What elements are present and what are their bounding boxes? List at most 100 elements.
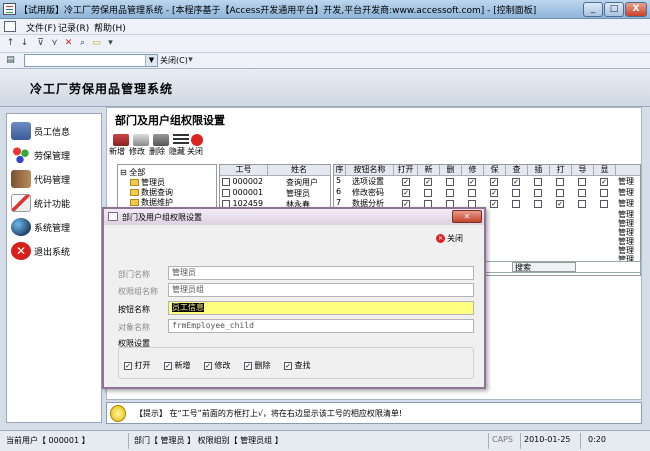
menu-file[interactable]: 文件(F) [26,21,56,34]
perm-option-find[interactable]: 查找 [284,360,311,371]
column-header[interactable]: 导 [572,165,594,176]
sidebar-item-code[interactable]: 代码管理 [11,168,99,190]
perm-checkbox[interactable] [402,177,410,186]
button-name-field[interactable]: 员工信息 [168,301,474,315]
column-header[interactable]: 插 [528,165,550,176]
sidebar-item-protection[interactable]: 劳保管理 [11,144,99,166]
perm-checkbox[interactable] [446,177,454,186]
perm-checkbox[interactable] [468,188,476,197]
hide-button[interactable]: 隐藏 [169,146,185,157]
column-header[interactable]: 显 [594,165,616,176]
sidebar-item-exit[interactable]: ✕ 退出系统 [11,240,99,262]
column-header[interactable]: 删 [440,165,462,176]
perm-option-open[interactable]: 打开 [124,360,151,371]
dialog-close-button[interactable]: ✕ [452,210,482,223]
close-section-button[interactable]: 关闭 [187,146,203,157]
perm-checkbox[interactable] [512,177,520,186]
group-cell: 管理 [618,228,634,237]
checkbox[interactable] [164,361,172,370]
filter-form-icon[interactable]: ⋎ [48,37,61,50]
column-header[interactable]: 新 [418,165,440,176]
sidebar-item-stats[interactable]: 统计功能 [11,192,99,214]
field-label: 按钮名称 [118,305,150,314]
dialog-close-action[interactable]: ✕ 关闭 [436,233,463,244]
delete-button[interactable]: 删除 [149,146,165,157]
column-header[interactable]: 工号 [220,165,268,176]
menu-record[interactable]: 记录(R) [58,21,89,34]
dialog-title-bar[interactable]: 部门及用户组权限设置 ✕ [104,209,484,225]
group-field[interactable]: 管理员组 [168,283,474,297]
perm-checkbox[interactable] [556,188,564,197]
perm-checkbox[interactable] [600,177,608,186]
perm-option-edit[interactable]: 修改 [204,360,231,371]
perm-option-new[interactable]: 新增 [164,360,191,371]
minimize-button[interactable]: _ [583,2,603,17]
edit-pen-icon[interactable] [133,134,149,146]
search-input[interactable]: 搜索 [512,262,576,272]
column-header[interactable]: 打开 [394,165,418,176]
perm-checkbox[interactable] [402,188,410,197]
table-row[interactable]: 000002 查询用户 [220,176,331,187]
perm-checkbox[interactable] [556,199,564,208]
sort-desc-icon[interactable]: ↓ [18,37,31,50]
dropdown-icon[interactable]: ▾ [104,37,117,50]
column-header[interactable]: 修 [462,165,484,176]
close-icon[interactable] [191,134,203,146]
checkbox[interactable] [244,361,252,370]
perm-checkbox[interactable] [578,188,586,197]
column-header[interactable] [616,165,640,176]
perm-checkbox[interactable] [446,188,454,197]
perm-checkbox[interactable] [600,199,608,208]
edit-button[interactable]: 修改 [129,146,145,157]
column-header[interactable]: 打 [550,165,572,176]
column-header[interactable]: 序 [334,165,346,176]
perm-checkbox[interactable] [578,199,586,208]
perm-checkbox[interactable] [512,188,520,197]
table-row[interactable]: 5 选项设置 管理 [334,176,640,187]
perm-checkbox[interactable] [490,188,498,197]
object-selector[interactable]: ▼ [24,54,158,67]
sidebar-item-system[interactable]: 系统管理 [11,216,99,238]
sort-asc-icon[interactable]: ↑ [4,37,17,50]
close-button[interactable]: X [625,2,647,17]
perm-checkbox[interactable] [534,188,542,197]
row-checkbox[interactable] [222,188,230,197]
filter-icon[interactable]: ⊽ [34,37,47,50]
new-icon[interactable] [113,134,129,146]
sidebar-item-employee[interactable]: 员工信息 [11,120,99,142]
table-row[interactable]: 000001 管理员 [220,187,331,198]
checkbox[interactable] [124,361,132,370]
open-folder-icon[interactable]: ▭ [90,37,103,50]
column-header[interactable]: 姓名 [268,165,331,176]
perm-option-delete[interactable]: 删除 [244,360,271,371]
delete-icon[interactable] [153,134,169,146]
column-header[interactable]: 查 [506,165,528,176]
perm-checkbox[interactable] [424,188,432,197]
checkbox[interactable] [284,361,292,370]
perm-checkbox[interactable] [534,199,542,208]
perm-checkbox[interactable] [490,199,498,208]
table-row[interactable]: 6 修改密码 管理 [334,187,640,198]
menu-help[interactable]: 帮助(H) [94,21,126,34]
perm-checkbox[interactable] [556,177,564,186]
toolbar-options-icon[interactable]: ▾ [184,54,197,67]
chevron-down-icon[interactable]: ▼ [145,55,157,66]
perm-checkbox[interactable] [578,177,586,186]
maximize-button[interactable]: □ [604,2,624,17]
new-button[interactable]: 新增 [109,146,125,157]
checkbox[interactable] [204,361,212,370]
find-icon[interactable]: ⌕ [76,37,89,50]
hide-icon[interactable] [173,134,189,146]
row-checkbox[interactable] [222,177,230,186]
column-header[interactable]: 按钮名称 [346,165,394,176]
object-name-field[interactable]: frmEmployee_child [168,319,474,333]
perm-checkbox[interactable] [534,177,542,186]
column-header[interactable]: 保 [484,165,506,176]
remove-filter-icon[interactable]: ✕ [62,37,75,50]
perm-checkbox[interactable] [600,188,608,197]
department-field[interactable]: 管理员 [168,266,474,280]
perm-checkbox[interactable] [424,177,432,186]
perm-checkbox[interactable] [512,199,520,208]
perm-checkbox[interactable] [490,177,498,186]
perm-checkbox[interactable] [468,177,476,186]
